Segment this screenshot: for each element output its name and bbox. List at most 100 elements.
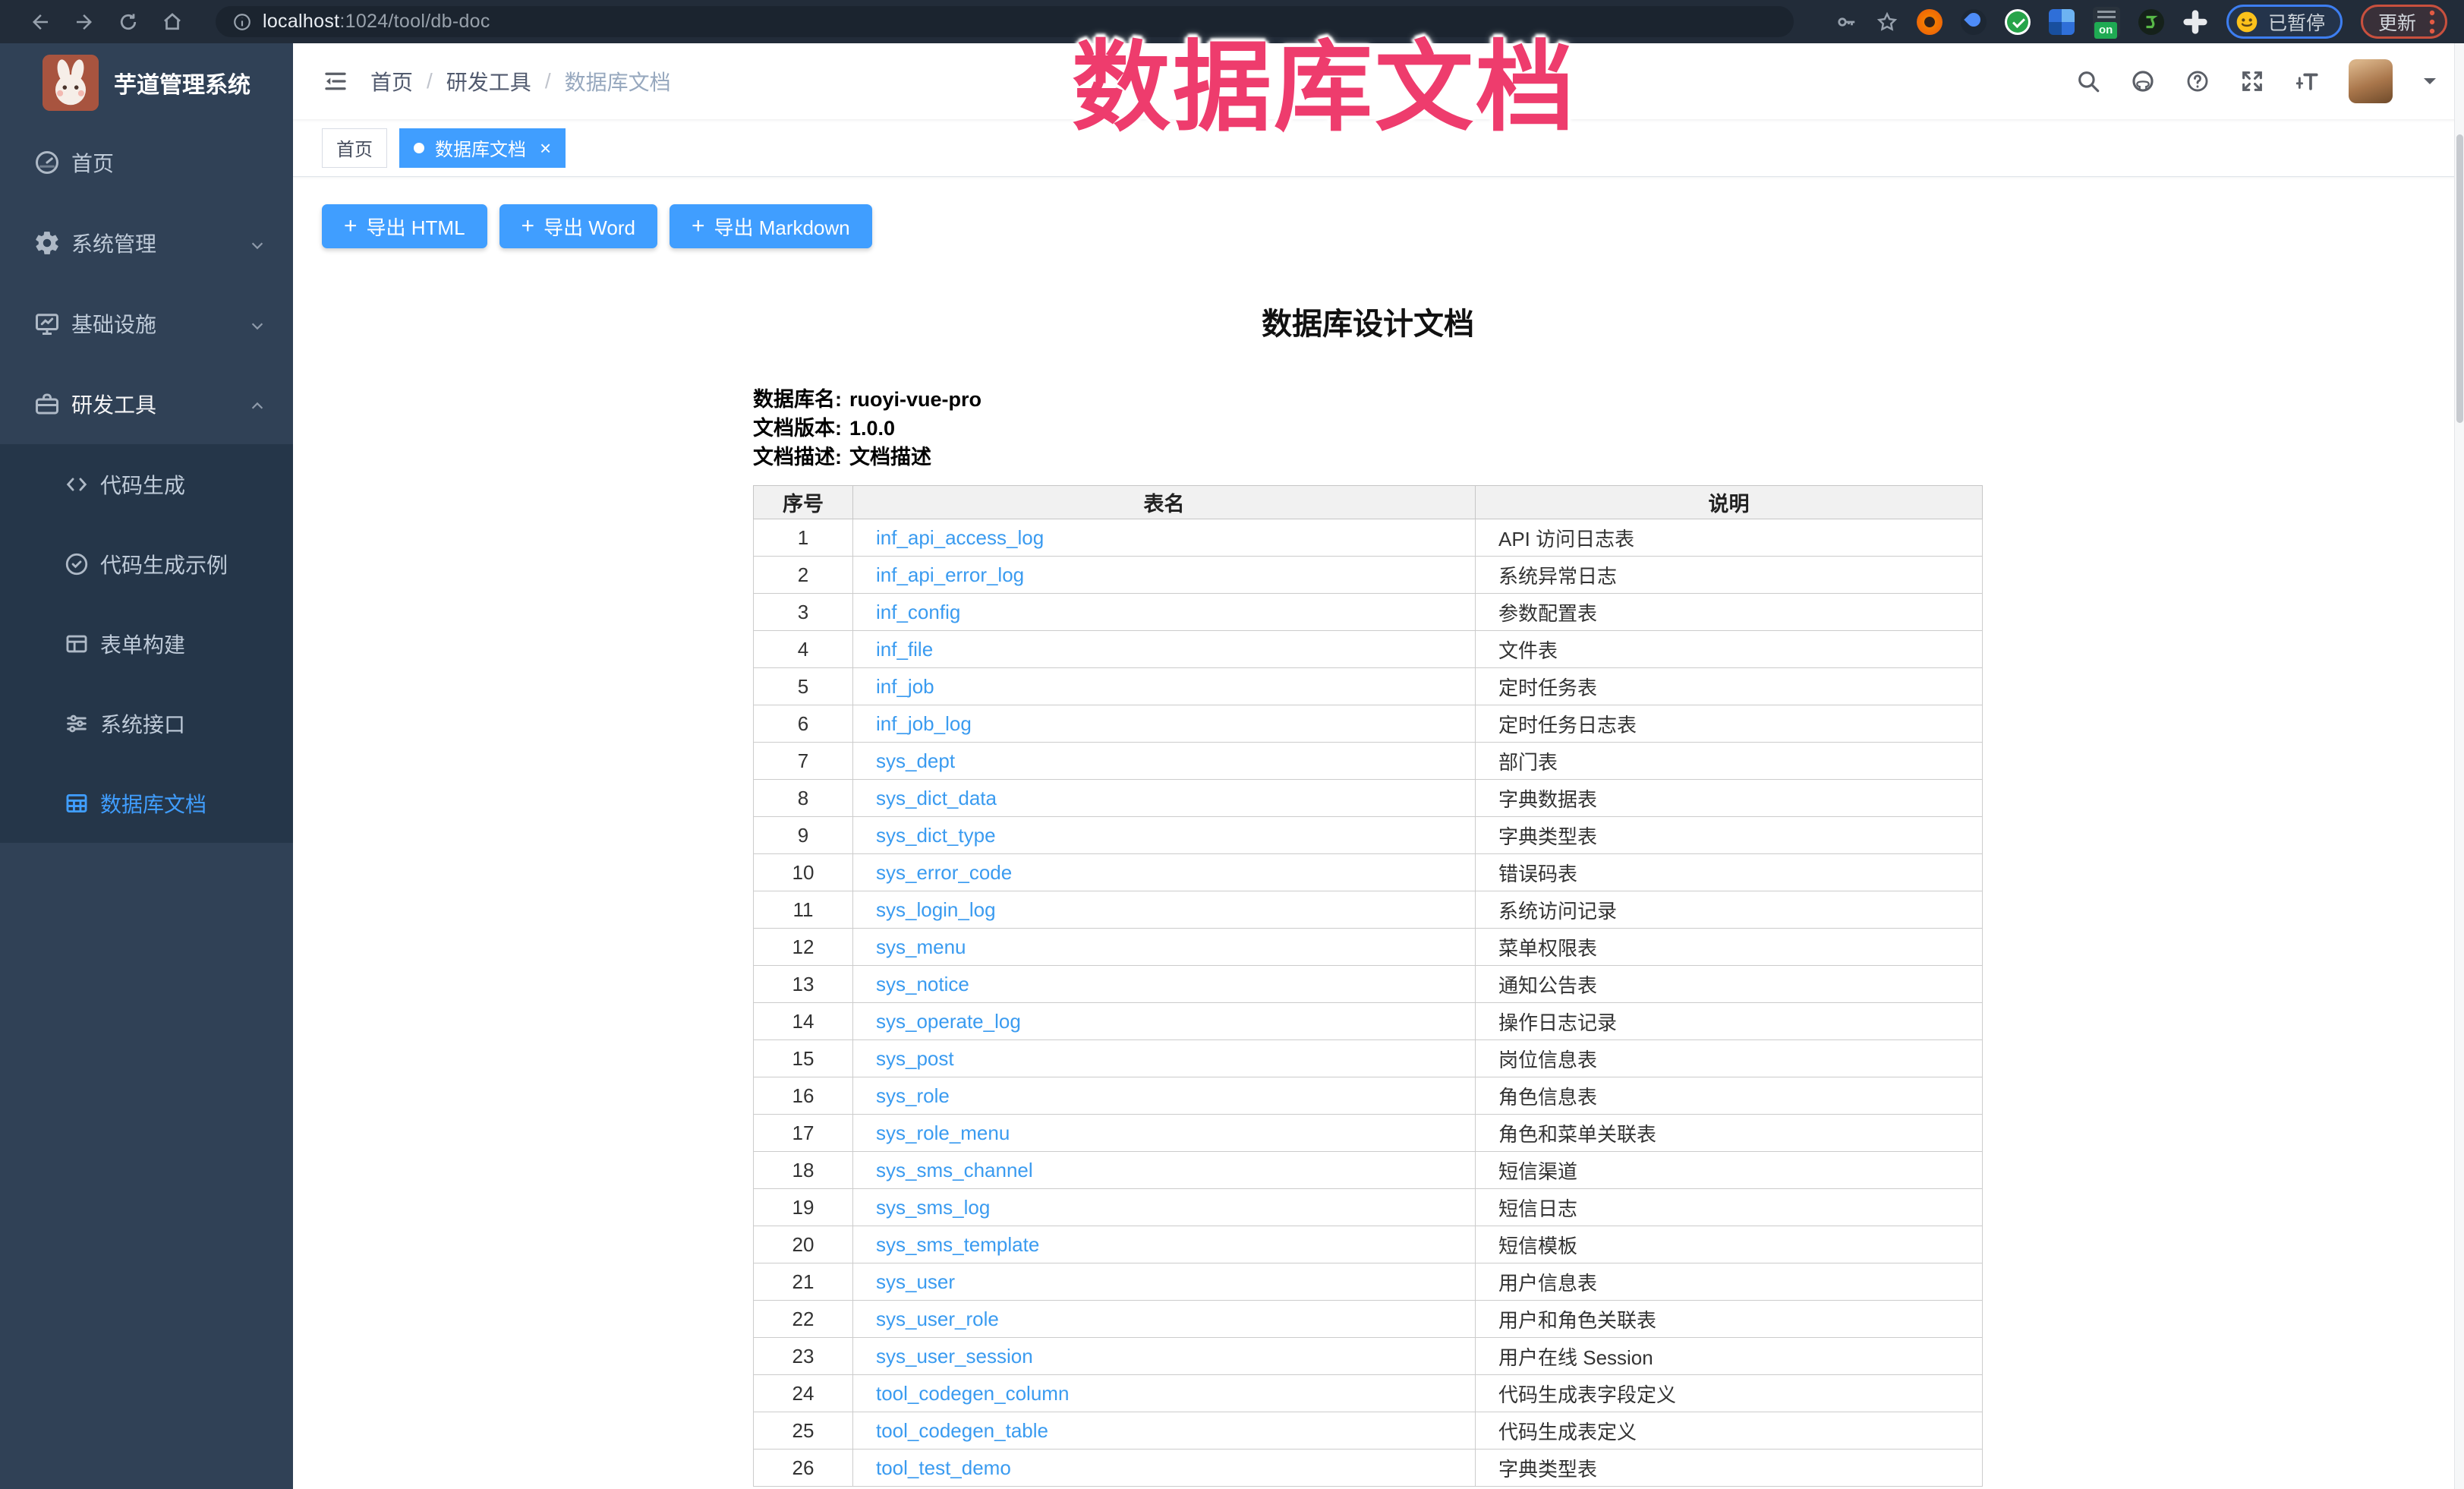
table-name-cell: sys_user bbox=[853, 1263, 1476, 1301]
table-name-link[interactable]: inf_api_error_log bbox=[876, 563, 1024, 586]
address-bar[interactable]: localhost:1024/tool/db-doc bbox=[216, 6, 1794, 37]
table-name-link[interactable]: sys_role bbox=[876, 1084, 950, 1107]
sidebar-item-home[interactable]: 首页 bbox=[0, 122, 293, 203]
export-word-button[interactable]: + 导出 Word bbox=[499, 204, 657, 248]
row-description: 用户在线 Session bbox=[1476, 1338, 1983, 1375]
table-name-link[interactable]: tool_codegen_column bbox=[876, 1382, 1069, 1405]
table-name-link[interactable]: sys_sms_log bbox=[876, 1196, 990, 1219]
font-size-icon[interactable] bbox=[2294, 68, 2320, 94]
table-name-link[interactable]: sys_error_code bbox=[876, 861, 1012, 884]
scrollbar-thumb[interactable] bbox=[2456, 134, 2463, 423]
row-description: 短信渠道 bbox=[1476, 1152, 1983, 1189]
extension-grid-icon[interactable] bbox=[2049, 9, 2075, 35]
table-row: 13sys_notice通知公告表 bbox=[754, 966, 1983, 1003]
table-name-link[interactable]: inf_config bbox=[876, 601, 960, 623]
table-row: 2inf_api_error_log系统异常日志 bbox=[754, 557, 1983, 594]
bookmark-star-icon[interactable] bbox=[1876, 11, 1898, 33]
table-name-link[interactable]: inf_job bbox=[876, 675, 934, 698]
reload-icon[interactable] bbox=[117, 11, 140, 33]
table-name-link[interactable]: sys_dict_type bbox=[876, 824, 996, 847]
table-name-link[interactable]: sys_user_session bbox=[876, 1345, 1033, 1368]
table-name-link[interactable]: sys_user bbox=[876, 1270, 955, 1293]
app-logo[interactable]: 芋道管理系统 bbox=[0, 43, 293, 122]
gear-icon bbox=[33, 229, 61, 257]
extension-on-icon[interactable]: on bbox=[2093, 7, 2120, 37]
table-name-cell: inf_api_access_log bbox=[853, 519, 1476, 557]
table-name-link[interactable]: sys_notice bbox=[876, 973, 969, 995]
breadcrumb-home[interactable]: 首页 bbox=[370, 66, 413, 96]
extension-leaf-icon[interactable] bbox=[2138, 9, 2164, 35]
page-scrollbar[interactable] bbox=[2454, 43, 2464, 1489]
paused-chip[interactable]: 已暂停 bbox=[2226, 5, 2343, 39]
sidebar-item-api[interactable]: 系统接口 bbox=[0, 683, 293, 763]
table-name-link[interactable]: tool_test_demo bbox=[876, 1456, 1011, 1479]
table-name-link[interactable]: sys_login_log bbox=[876, 898, 996, 921]
table-name-link[interactable]: inf_api_access_log bbox=[876, 526, 1044, 549]
search-icon[interactable] bbox=[2075, 68, 2101, 94]
code-icon bbox=[64, 472, 90, 497]
extension-icon[interactable] bbox=[1961, 9, 1987, 35]
forward-icon[interactable] bbox=[73, 11, 96, 33]
tag-db-doc[interactable]: 数据库文档 × bbox=[399, 128, 566, 168]
row-description: 系统访问记录 bbox=[1476, 891, 1983, 929]
url-path: :1024/tool/db-doc bbox=[339, 11, 490, 32]
sidebar-item-infra[interactable]: 基础设施 bbox=[0, 283, 293, 364]
row-index: 16 bbox=[754, 1077, 853, 1115]
home-icon[interactable] bbox=[161, 11, 184, 33]
sidebar-item-devtools[interactable]: 研发工具 bbox=[0, 364, 293, 444]
sidebar-item-system[interactable]: 系统管理 bbox=[0, 203, 293, 283]
key-icon[interactable] bbox=[1835, 11, 1857, 33]
row-description: 错误码表 bbox=[1476, 854, 1983, 891]
extensions-puzzle-icon[interactable] bbox=[2182, 9, 2208, 35]
sidebar-fold-icon[interactable] bbox=[322, 68, 349, 95]
table-name-link[interactable]: sys_menu bbox=[876, 935, 966, 958]
user-avatar[interactable] bbox=[2349, 59, 2393, 103]
github-icon[interactable] bbox=[2130, 68, 2156, 94]
export-markdown-button[interactable]: + 导出 Markdown bbox=[670, 204, 872, 248]
sidebar-item-db-doc[interactable]: 数据库文档 bbox=[0, 763, 293, 843]
help-icon[interactable] bbox=[2185, 68, 2210, 94]
table-row: 14sys_operate_log操作日志记录 bbox=[754, 1003, 1983, 1040]
update-chip[interactable]: 更新 bbox=[2361, 5, 2447, 39]
table-name-link[interactable]: sys_dict_data bbox=[876, 787, 997, 809]
table-name-link[interactable]: sys_sms_template bbox=[876, 1233, 1039, 1256]
extension-check-icon[interactable] bbox=[2005, 9, 2031, 35]
tag-home[interactable]: 首页 bbox=[322, 128, 387, 168]
close-icon[interactable]: × bbox=[540, 138, 551, 158]
tags-view: 首页 数据库文档 × bbox=[293, 119, 2464, 177]
sidebar-item-codegen-demo[interactable]: 代码生成示例 bbox=[0, 524, 293, 604]
main-area: 首页 / 研发工具 / 数据库文档 bbox=[293, 43, 2464, 1489]
table-row: 15sys_post岗位信息表 bbox=[754, 1040, 1983, 1077]
fullscreen-icon[interactable] bbox=[2239, 68, 2265, 94]
extension-icon[interactable] bbox=[1917, 9, 1943, 35]
table-name-link[interactable]: sys_sms_channel bbox=[876, 1159, 1033, 1181]
table-row: 18sys_sms_channel短信渠道 bbox=[754, 1152, 1983, 1189]
table-name-link[interactable]: inf_file bbox=[876, 638, 933, 661]
screen: localhost:1024/tool/db-doc on bbox=[0, 0, 2464, 1489]
table-name-cell: inf_job bbox=[853, 668, 1476, 705]
table-name-link[interactable]: sys_dept bbox=[876, 749, 955, 772]
table-name-link[interactable]: sys_user_role bbox=[876, 1308, 999, 1330]
table-name-link[interactable]: inf_job_log bbox=[876, 712, 972, 735]
row-index: 22 bbox=[754, 1301, 853, 1338]
table-name-link[interactable]: sys_role_menu bbox=[876, 1121, 1010, 1144]
table-name-cell: sys_post bbox=[853, 1040, 1476, 1077]
table-name-cell: sys_dict_data bbox=[853, 780, 1476, 817]
back-icon[interactable] bbox=[29, 11, 52, 33]
table-name-link[interactable]: sys_operate_log bbox=[876, 1010, 1021, 1033]
tag-label: 首页 bbox=[336, 134, 373, 161]
table-name-cell: sys_user_session bbox=[853, 1338, 1476, 1375]
col-header-desc: 说明 bbox=[1476, 486, 1983, 519]
table-name-link[interactable]: sys_post bbox=[876, 1047, 954, 1070]
row-description: 部门表 bbox=[1476, 743, 1983, 780]
sidebar-item-codegen[interactable]: 代码生成 bbox=[0, 444, 293, 524]
table-row: 26tool_test_demo字典类型表 bbox=[754, 1450, 1983, 1487]
site-info-icon[interactable] bbox=[232, 12, 252, 32]
table-name-cell: sys_dept bbox=[853, 743, 1476, 780]
caret-down-icon[interactable] bbox=[2421, 75, 2438, 87]
breadcrumb-devtools[interactable]: 研发工具 bbox=[446, 66, 531, 96]
table-name-link[interactable]: tool_codegen_table bbox=[876, 1419, 1048, 1442]
browser-menu-icon[interactable] bbox=[2428, 9, 2436, 35]
sidebar-item-form-builder[interactable]: 表单构建 bbox=[0, 604, 293, 683]
export-html-button[interactable]: + 导出 HTML bbox=[322, 204, 487, 248]
